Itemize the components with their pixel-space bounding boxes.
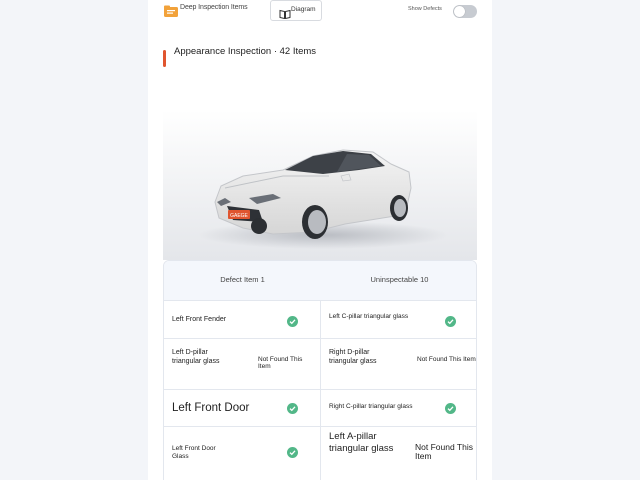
- tab-uninspectable[interactable]: Uninspectable 10: [321, 275, 476, 284]
- check-icon: [445, 316, 456, 327]
- car-image: GAEGE: [163, 110, 477, 260]
- item-name: Left D-pillar triangular glass: [172, 349, 220, 365]
- item-name: Left C-pillar triangular glass: [329, 313, 409, 320]
- inspection-item[interactable]: Left A-pillar triangular glass Not Found…: [321, 427, 476, 480]
- inspection-item[interactable]: Right C-pillar triangular glass: [321, 390, 476, 426]
- toggle-knob: [454, 6, 465, 17]
- diagram-button[interactable]: Diagram: [270, 0, 322, 21]
- table-row: Left D-pillar triangular glass Not Found…: [164, 339, 476, 390]
- inspection-item[interactable]: Left Front Fender: [164, 301, 320, 338]
- car-illustration[interactable]: GAEGE: [163, 110, 477, 260]
- item-name: Right C-pillar triangular glass: [329, 403, 413, 410]
- check-icon: [287, 316, 298, 327]
- not-found-label: Not Found This Item: [258, 356, 303, 371]
- table-row: Left Front Door Glass Left A-pillar tria…: [164, 427, 476, 480]
- item-name: Left Front Fender: [172, 316, 227, 323]
- check-icon: [445, 403, 456, 414]
- show-defects-toggle[interactable]: [453, 5, 477, 18]
- inspection-item[interactable]: Left C-pillar triangular glass: [321, 301, 476, 338]
- table-row: Left Front Door Right C-pillar triangula…: [164, 390, 476, 427]
- table-row: Left Front Fender Left C-pillar triangul…: [164, 301, 476, 339]
- inspection-item[interactable]: Left Front Door: [164, 390, 320, 426]
- inspection-item[interactable]: Left Front Door Glass: [164, 427, 320, 480]
- show-defects-label: Show Defects: [408, 6, 442, 12]
- inspection-folder-icon: [164, 4, 178, 17]
- check-icon: [287, 447, 298, 458]
- inspection-item[interactable]: Right D-pillar triangular glass Not Foun…: [321, 339, 476, 389]
- phone-screen: Deep Inspection Items Diagram Show Defec…: [148, 0, 492, 480]
- inspection-item[interactable]: Left D-pillar triangular glass Not Found…: [164, 339, 320, 389]
- item-name: Left Front Door Glass: [172, 445, 216, 461]
- diagram-button-label: Diagram: [291, 6, 316, 13]
- table-header: Defect Item 1 Uninspectable 10: [164, 261, 476, 301]
- book-icon: [279, 6, 291, 20]
- check-icon: [287, 403, 298, 414]
- item-name: Left Front Door: [172, 402, 250, 414]
- section-title: Appearance Inspection · 42 Items: [174, 46, 317, 57]
- inspection-table: Defect Item 1 Uninspectable 10 Left Fron…: [163, 260, 477, 480]
- deep-inspection-link[interactable]: Deep Inspection Items: [180, 4, 248, 11]
- top-bar: Deep Inspection Items Diagram Show Defec…: [148, 0, 492, 26]
- not-found-label: Not Found This Item: [417, 356, 476, 363]
- item-name: Right D-pillar triangular glass: [329, 349, 377, 365]
- tab-defect-items[interactable]: Defect Item 1: [164, 275, 321, 284]
- section-accent-bar: [163, 50, 166, 67]
- item-name: Left A-pillar triangular glass: [329, 431, 394, 454]
- not-found-label: Not Found This Item: [415, 442, 473, 462]
- license-plate: GAEGE: [230, 213, 248, 219]
